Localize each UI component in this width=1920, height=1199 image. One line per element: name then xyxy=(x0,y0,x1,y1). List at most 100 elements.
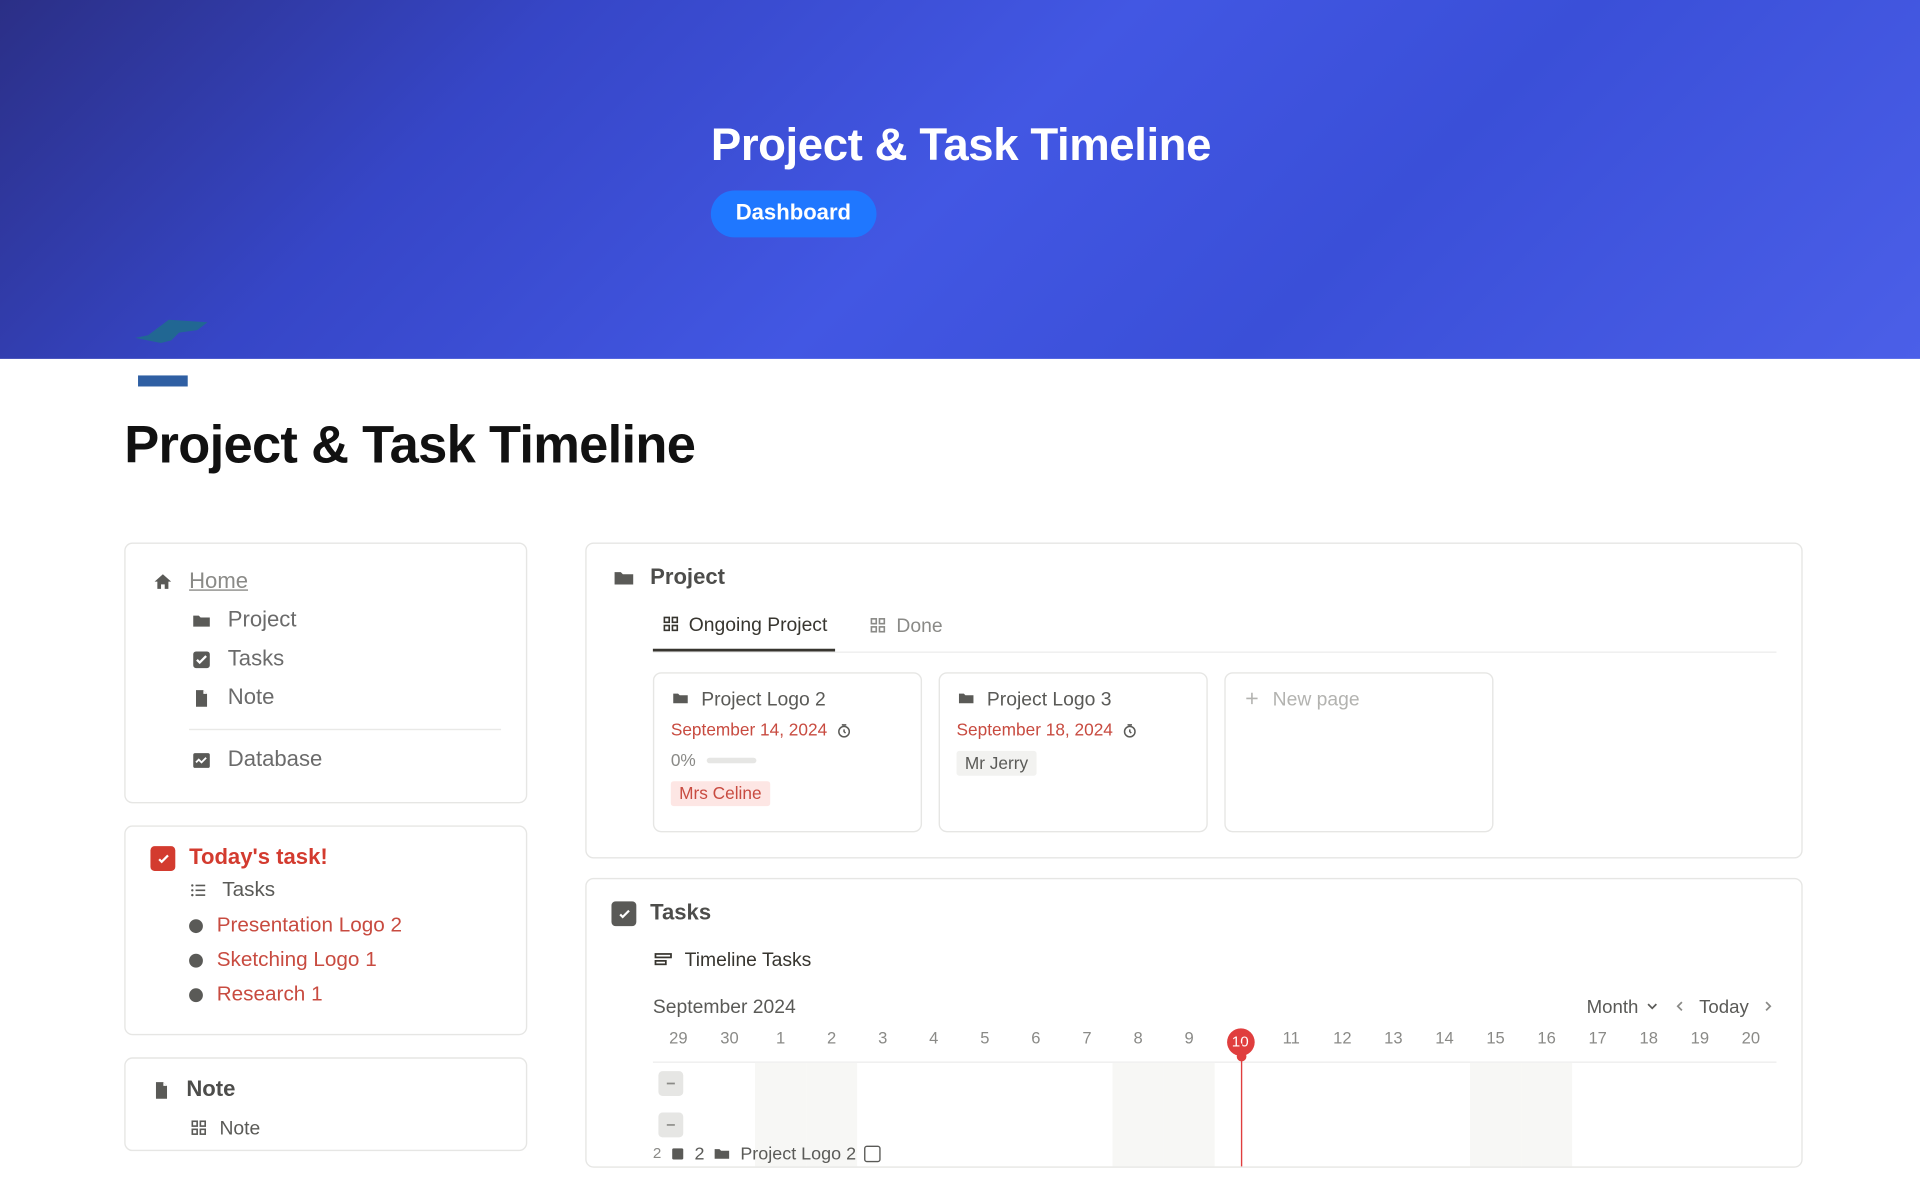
folder-icon xyxy=(189,609,214,634)
timeline-day: 15 xyxy=(1470,1028,1521,1058)
timeline-task-row[interactable]: 2 2 Project Logo 2 xyxy=(653,1143,881,1164)
timeline-day: 19 xyxy=(1674,1028,1725,1058)
timeline-day: 7 xyxy=(1061,1028,1112,1058)
list-icon xyxy=(189,880,208,899)
checkbox-icon xyxy=(150,846,175,871)
note-heading: Note xyxy=(150,1078,501,1103)
today-task-label: Research 1 xyxy=(217,983,323,1006)
project-card-title: Project Logo 3 xyxy=(987,687,1112,709)
project-panel-heading: Project xyxy=(611,566,1776,591)
timeline-scale-label: Month xyxy=(1587,996,1639,1017)
project-card-date: September 18, 2024 xyxy=(957,721,1113,740)
timeline-day: 6 xyxy=(1010,1028,1061,1058)
sidebar-item-tasks[interactable]: Tasks xyxy=(150,640,501,679)
bullet-icon xyxy=(189,988,203,1002)
airplane-icon xyxy=(131,312,217,353)
bullet-icon xyxy=(189,953,203,967)
timeline-icon xyxy=(653,949,674,970)
sidebar-item-label: Tasks xyxy=(228,647,284,672)
checkbox-empty-icon[interactable] xyxy=(864,1145,881,1162)
timeline-day: 14 xyxy=(1419,1028,1470,1058)
hero-accent-stripe xyxy=(138,375,188,386)
timeline-day: 9 xyxy=(1164,1028,1215,1058)
timeline-view-label: Timeline Tasks xyxy=(685,948,812,970)
timeline-body[interactable]: 2 2 Project Logo 2 xyxy=(653,1061,1777,1167)
hero-badge[interactable]: Dashboard xyxy=(711,190,876,237)
sidebar-item-note[interactable]: Note xyxy=(150,679,501,718)
sidebar-item-home[interactable]: Home xyxy=(150,563,501,602)
project-panel-label: Project xyxy=(650,566,725,591)
expand-icon xyxy=(670,1145,687,1162)
timeline-day: 16 xyxy=(1521,1028,1572,1058)
page-title: Project & Task Timeline xyxy=(124,417,1920,476)
timeline-prev-button[interactable] xyxy=(1672,998,1689,1015)
chevron-down-icon xyxy=(1644,998,1661,1015)
today-task-item[interactable]: Presentation Logo 2 xyxy=(150,908,501,943)
gallery-icon xyxy=(189,1118,208,1137)
timeline-day: 3 xyxy=(857,1028,908,1058)
timeline-scale-selector[interactable]: Month xyxy=(1587,996,1661,1017)
gallery-icon xyxy=(661,614,680,633)
tab-label: Ongoing Project xyxy=(689,613,828,635)
page-icon xyxy=(150,1079,172,1101)
sidebar-item-label: Home xyxy=(189,570,248,595)
sidebar-item-database[interactable]: Database xyxy=(150,741,501,780)
timeline-tasks-view[interactable]: Timeline Tasks xyxy=(653,948,1777,970)
timeline-day: 12 xyxy=(1317,1028,1368,1058)
bullet-icon xyxy=(189,919,203,933)
tab-done[interactable]: Done xyxy=(860,613,950,652)
sidebar-item-label: Database xyxy=(228,748,323,773)
sidebar-item-project[interactable]: Project xyxy=(150,602,501,641)
sidebar-nav-card: Home Project Tasks Note Database xyxy=(124,542,527,803)
project-card-progress: 0% xyxy=(671,751,696,770)
project-card[interactable]: Project Logo 3 September 18, 2024 Mr Jer… xyxy=(939,672,1208,832)
divider xyxy=(189,729,501,730)
clock-icon xyxy=(1121,721,1139,739)
page-icon xyxy=(189,686,214,711)
timeline-current-marker xyxy=(1241,1044,1242,1168)
folder-icon xyxy=(957,689,976,708)
timeline-day: 1 xyxy=(755,1028,806,1058)
today-task-label: Sketching Logo 1 xyxy=(217,948,377,971)
project-card[interactable]: Project Logo 2 September 14, 2024 0% Mrs… xyxy=(653,672,922,832)
project-panel: Project Ongoing Project Done Project Log xyxy=(585,542,1802,858)
timeline-day: 8 xyxy=(1113,1028,1164,1058)
project-tabs: Ongoing Project Done xyxy=(653,613,1777,653)
hero-banner: Project & Task Timeline Dashboard xyxy=(0,0,1920,359)
project-card-title: Project Logo 2 xyxy=(701,687,826,709)
timeline-day-header: 29301234567891011121314151617181920 xyxy=(653,1028,1777,1058)
folder-icon xyxy=(611,566,636,591)
tab-ongoing-project[interactable]: Ongoing Project xyxy=(653,613,836,652)
todays-task-card: Today's task! Tasks Presentation Logo 2 … xyxy=(124,825,527,1035)
timeline-day: 11 xyxy=(1266,1028,1317,1058)
plus-icon xyxy=(1242,689,1261,708)
timeline-add-row-button[interactable] xyxy=(658,1071,683,1096)
tasks-row[interactable]: Tasks xyxy=(150,871,501,908)
today-task-item[interactable]: Sketching Logo 1 xyxy=(150,943,501,978)
tasks-panel-label: Tasks xyxy=(650,901,711,926)
timeline-day: 17 xyxy=(1572,1028,1623,1058)
todays-task-heading: Today's task! xyxy=(150,846,501,871)
project-card-person: Mrs Celine xyxy=(671,781,770,806)
timeline-add-row-button[interactable] xyxy=(658,1113,683,1138)
tasks-panel: Tasks Timeline Tasks September 2024 Mont… xyxy=(585,878,1802,1168)
note-card: Note Note xyxy=(124,1057,527,1151)
note-view-label: Note xyxy=(219,1117,260,1139)
timeline-month-label: September 2024 xyxy=(653,995,796,1017)
timeline-day: 2 xyxy=(806,1028,857,1058)
timeline-day: 30 xyxy=(704,1028,755,1058)
timeline-today-button[interactable]: Today xyxy=(1699,996,1749,1017)
clock-icon xyxy=(835,721,853,739)
new-page-label: New page xyxy=(1273,687,1360,709)
expand-count: 2 xyxy=(653,1145,661,1162)
timeline-next-button[interactable] xyxy=(1760,998,1777,1015)
home-icon xyxy=(150,570,175,595)
tab-label: Done xyxy=(896,614,942,636)
today-task-item[interactable]: Research 1 xyxy=(150,977,501,1012)
note-view-row[interactable]: Note xyxy=(150,1103,501,1139)
new-page-card[interactable]: New page xyxy=(1224,672,1493,832)
sidebar-item-label: Project xyxy=(228,609,297,634)
gallery-icon xyxy=(869,616,888,635)
progress-bar xyxy=(707,758,757,764)
tasks-row-label: Tasks xyxy=(222,878,275,901)
